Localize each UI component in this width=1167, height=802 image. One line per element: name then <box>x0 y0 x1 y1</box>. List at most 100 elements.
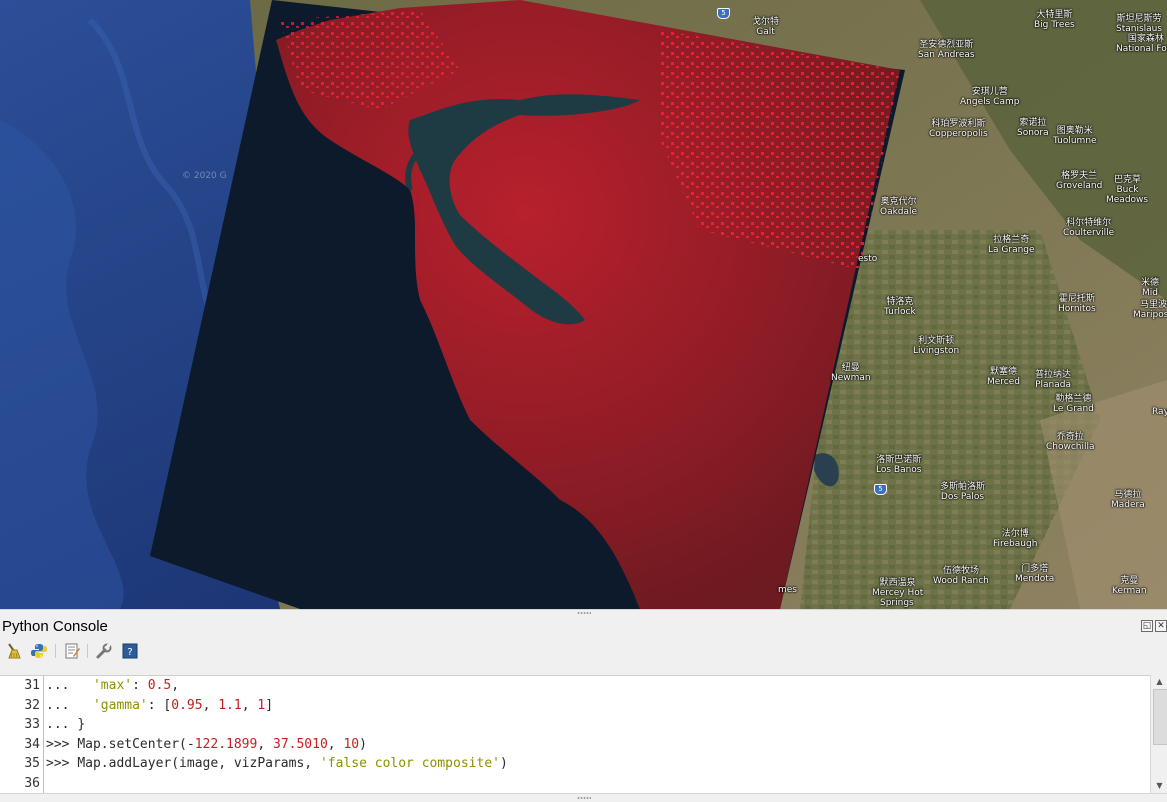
code-token: : [ <box>147 697 172 713</box>
console-line: >>> Map.addLayer(image, vizParams, 'fals… <box>46 756 508 771</box>
line-number: 32 <box>24 697 40 713</box>
place-label: 米德 Mid <box>1141 278 1160 298</box>
place-label: 霍尼托斯 Hornitos <box>1058 294 1096 314</box>
place-label: 圣安德烈亚斯 San Andreas <box>918 40 975 60</box>
place-label: 戈尔特 Galt <box>752 17 780 37</box>
code-token: , <box>171 678 180 693</box>
interstate-shield-icon: 5 <box>717 8 730 19</box>
place-label: 马里波Mariposa <box>1133 300 1167 320</box>
place-label: Meadows <box>1106 195 1149 205</box>
console-toolbar: ? <box>0 641 200 663</box>
code-token: , <box>257 736 273 752</box>
panel-title: Python Console <box>2 618 108 635</box>
place-label: 马德拉 Madera <box>1111 490 1145 510</box>
place-label: mes <box>778 585 797 595</box>
place-label: 科尔特维尔 Coulterville <box>1063 218 1115 238</box>
console-prompt: ... <box>46 717 70 732</box>
console-output-area[interactable]: 31 32 33 34 35 36 ... 'max': 0.5,... 'gamma':… <box>0 675 1150 794</box>
place-label: 科珀罗波利斯 Copperopolis <box>929 119 988 139</box>
float-panel-button[interactable]: ◱ <box>1141 620 1153 632</box>
string-token: 'max' <box>92 678 133 693</box>
number-token: 0.95 <box>171 697 203 713</box>
place-label: 利文斯顿 Livingston <box>913 336 960 356</box>
number-token: 37.5010 <box>273 736 328 752</box>
console-prompt: ... <box>46 697 70 713</box>
place-label: 克曼 Kerman <box>1112 576 1147 596</box>
close-panel-button[interactable]: ✕ <box>1155 620 1167 632</box>
place-label: Springs <box>880 598 914 608</box>
place-label: 巴克草 Buck <box>1114 175 1142 195</box>
toolbar-separator <box>55 644 56 658</box>
code-token: ] <box>265 697 274 713</box>
line-number-gutter: 31 32 33 34 35 36 <box>0 676 44 794</box>
code-token: , <box>241 697 258 713</box>
console-prompt: >>> <box>46 736 70 752</box>
place-label: 斯坦尼斯劳 Stanislaus <box>1116 14 1163 34</box>
place-label: 乔奇拉 Chowchilla <box>1046 432 1095 452</box>
place-label: 纽曼 Newman <box>831 363 871 383</box>
place-label: 国家森林National Fore <box>1116 34 1167 54</box>
line-number: 36 <box>24 775 40 791</box>
python-console-panel: Python Console ◱ ✕ ? 31 32 33 34 35 36 .… <box>0 615 1167 802</box>
number-token: 1.1 <box>218 697 242 713</box>
place-label: 勒格兰德 Le Grand <box>1053 394 1094 414</box>
place-label: 奥克代尔 Oakdale <box>880 197 918 217</box>
splitter-grip-icon <box>577 797 591 799</box>
map-copyright-watermark: © 2020 G <box>182 171 227 181</box>
vertical-scrollbar[interactable]: ▲ ▼ <box>1150 675 1167 793</box>
code-token: Map.setCenter(- <box>77 736 195 752</box>
scroll-up-icon[interactable]: ▲ <box>1151 675 1167 689</box>
svg-text:?: ? <box>127 647 132 658</box>
line-number: 34 <box>24 736 40 752</box>
console-line: ... 'max': 0.5, <box>46 678 179 693</box>
run-command-icon[interactable] <box>30 642 48 660</box>
place-label: 普拉纳达 Planada <box>1035 370 1072 390</box>
place-label: 图奥勒米 Tuolumne <box>1053 126 1097 146</box>
interstate-shield-icon: 5 <box>874 484 887 495</box>
code-token: , <box>202 697 219 713</box>
place-label: 门多塔 Mendota <box>1015 564 1055 584</box>
toolbar-separator <box>87 644 88 658</box>
options-icon[interactable] <box>95 642 113 660</box>
code-token: , <box>327 736 344 752</box>
help-icon[interactable]: ? <box>121 642 139 660</box>
string-token: 'gamma' <box>92 697 148 713</box>
place-label: 格罗夫兰 Groveland <box>1056 171 1103 191</box>
scroll-down-icon[interactable]: ▼ <box>1151 779 1167 793</box>
place-label: 索诺拉 Sonora <box>1017 118 1049 138</box>
code-token: ) <box>359 736 367 752</box>
number-token: 10 <box>343 736 360 752</box>
place-label: 大特里斯 Big Trees <box>1034 10 1075 30</box>
place-label: 洛斯巴诺斯 Los Banos <box>876 455 922 475</box>
place-label: 默西温泉 Mercey Hot <box>872 578 924 598</box>
line-number: 35 <box>24 756 40 771</box>
console-prompt: ... <box>46 678 70 693</box>
console-line: >>> Map.setCenter(-122.1899, 37.5010, 10… <box>46 737 367 752</box>
place-label: 伍德牧场 Wood Ranch <box>933 566 989 586</box>
scrollbar-thumb[interactable] <box>1153 689 1167 745</box>
string-token: 'false color composite' <box>319 756 500 771</box>
place-label: Ray <box>1152 407 1167 417</box>
number-token: 122.1899 <box>194 736 258 752</box>
console-line: ... 'gamma': [0.95, 1.1, 1] <box>46 698 273 713</box>
show-editor-icon[interactable] <box>63 642 81 660</box>
number-token: 0.5 <box>147 678 172 693</box>
line-number: 31 <box>24 678 40 693</box>
line-number: 33 <box>24 717 40 732</box>
code-token: Map.addLayer(image, vizParams, <box>77 756 320 771</box>
place-label: 安琪儿营 Angels Camp <box>960 87 1020 107</box>
console-prompt: >>> <box>46 756 70 771</box>
place-label: esto <box>858 254 878 264</box>
clear-console-icon[interactable] <box>5 642 23 660</box>
place-label: 特洛克 Turlock <box>884 297 916 317</box>
place-label: 多斯帕洛斯 Dos Palos <box>940 482 986 502</box>
number-token: 1 <box>257 697 266 713</box>
place-label: 拉格兰奇 La Grange <box>988 235 1035 255</box>
place-label: 默塞德 Merced <box>987 367 1021 387</box>
console-line: ... } <box>46 717 85 732</box>
code-token: : <box>132 678 148 693</box>
map-canvas[interactable]: © 2020 G 5 5 戈尔特 Galt 圣安德烈亚斯 San Andreas 大… <box>0 0 1167 609</box>
place-label: 法尔博 Firebaugh <box>993 529 1038 549</box>
code-token: } <box>77 717 86 732</box>
